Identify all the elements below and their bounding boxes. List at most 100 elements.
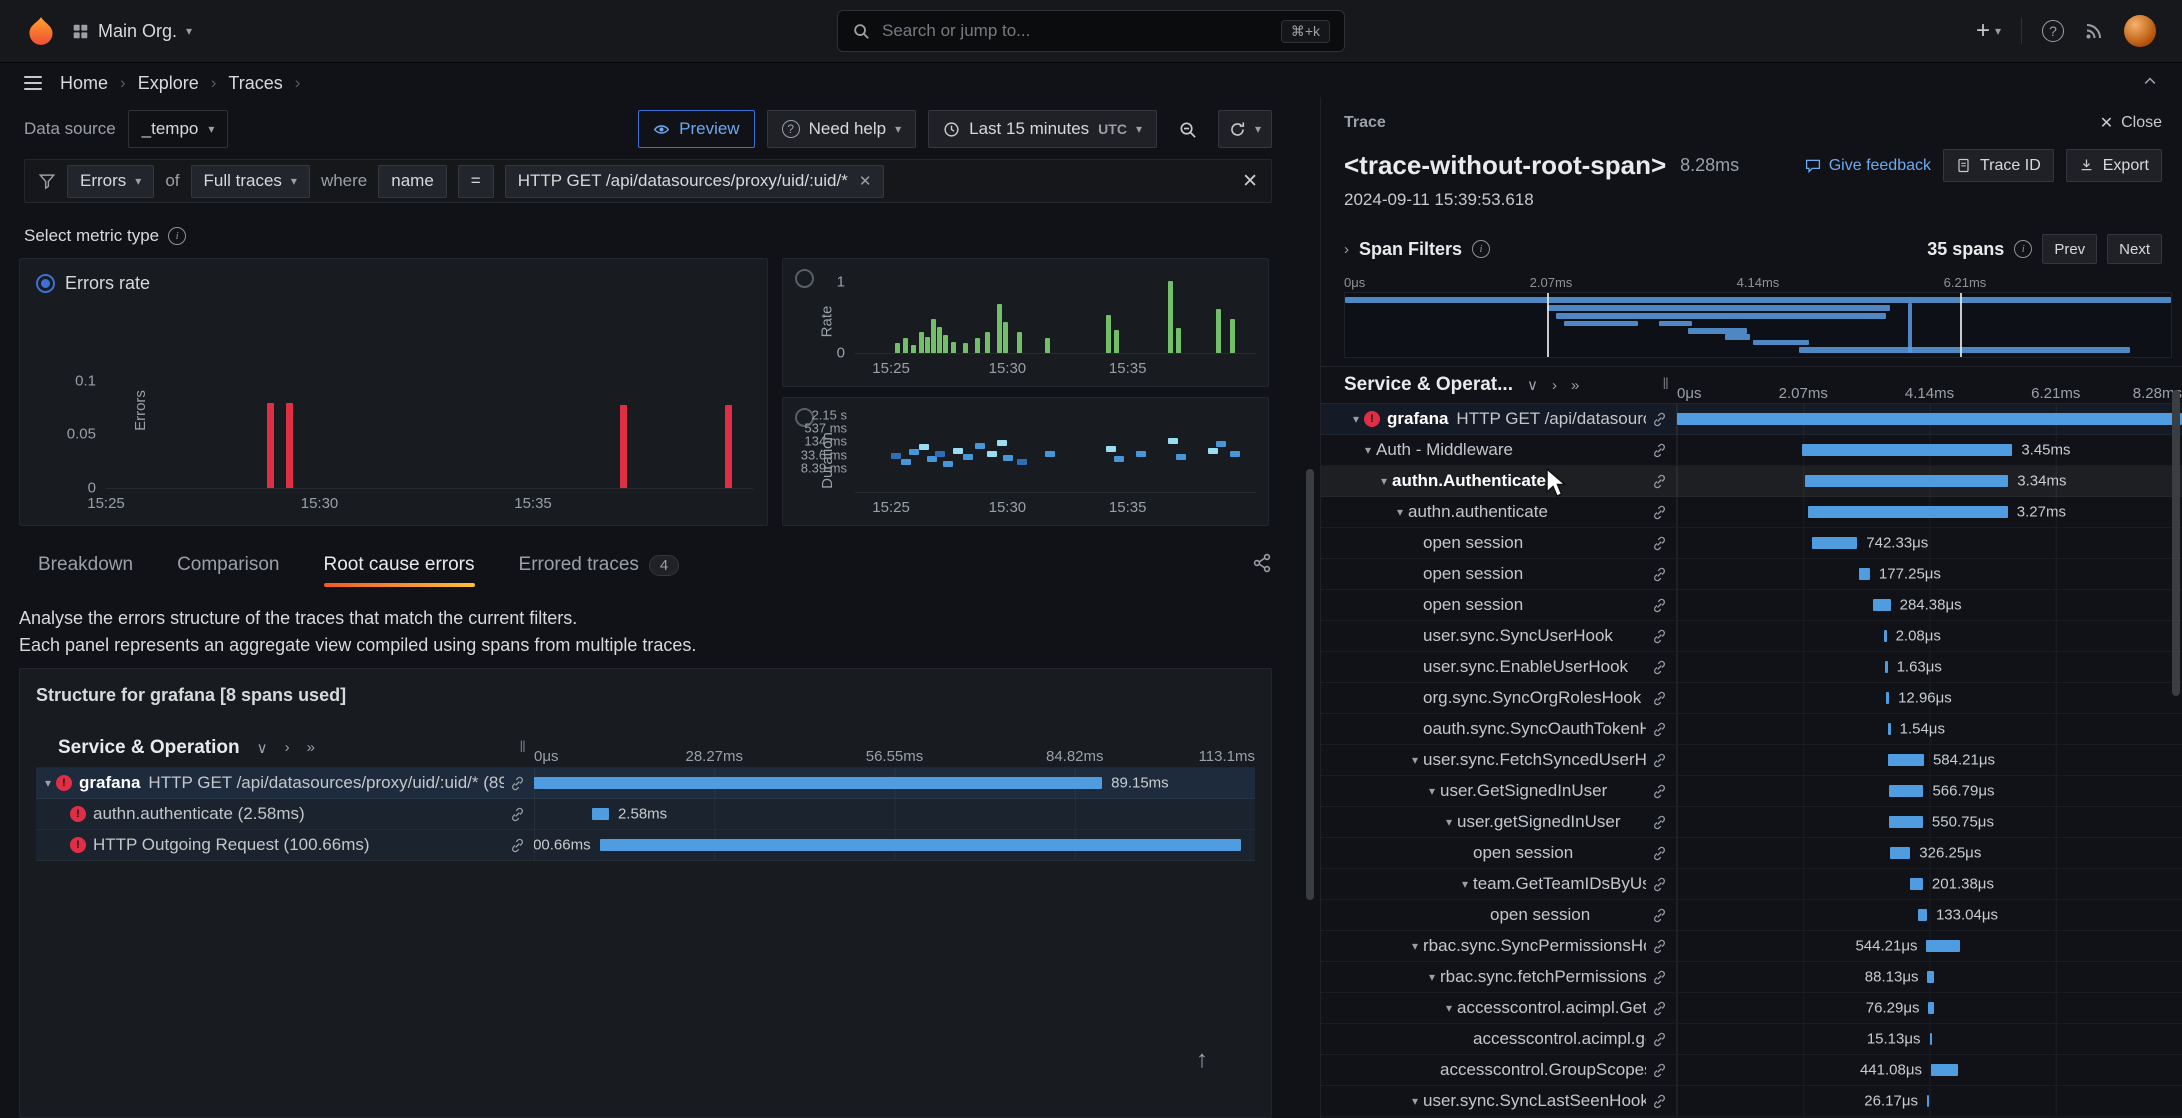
link-icon[interactable]: [1646, 753, 1676, 768]
span-filters-label[interactable]: Span Filters: [1359, 239, 1462, 260]
info-icon[interactable]: [168, 227, 186, 245]
link-icon[interactable]: [1646, 443, 1676, 458]
errors-rate-radio[interactable]: [36, 274, 55, 293]
preview-button[interactable]: Preview: [638, 110, 754, 148]
share-icon[interactable]: [1252, 553, 1272, 578]
link-icon[interactable]: [1646, 505, 1676, 520]
filter-primary-select[interactable]: Errors ▾: [67, 165, 154, 198]
link-icon[interactable]: [1646, 846, 1676, 861]
span-row[interactable]: ▾ open session 326.25μs: [1321, 838, 2182, 869]
expand-span-filters-icon[interactable]: ›: [1344, 241, 1349, 258]
column-drag-handle[interactable]: ‖: [519, 739, 534, 757]
structure-row[interactable]: ▾ grafana HTTP GET /api/datasources/prox…: [36, 768, 1255, 799]
span-row[interactable]: ▾ open session 284.38μs: [1321, 590, 2182, 621]
menu-hamburger-icon[interactable]: [24, 76, 42, 90]
span-row[interactable]: ▾ authn.Authenticate 3.34ms: [1321, 466, 2182, 497]
span-row[interactable]: ▾ user.sync.SyncLastSeenHook 26.17μs: [1321, 1086, 2182, 1117]
expand-icon[interactable]: ›: [1552, 377, 1557, 394]
expand-chevron-icon[interactable]: ▾: [1457, 877, 1473, 891]
link-icon[interactable]: [504, 807, 534, 822]
expand-chevron-icon[interactable]: ▾: [1424, 784, 1440, 798]
org-switcher[interactable]: Main Org. ▾: [72, 21, 192, 42]
expand-chevron-icon[interactable]: ▾: [1407, 753, 1423, 767]
expand-chevron-icon[interactable]: ▾: [1376, 474, 1392, 488]
link-icon[interactable]: [1646, 1063, 1676, 1078]
expand-all-icon[interactable]: »: [1571, 377, 1579, 394]
help-icon[interactable]: ?: [2042, 20, 2064, 42]
link-icon[interactable]: [1646, 567, 1676, 582]
link-icon[interactable]: [1646, 412, 1676, 427]
link-icon[interactable]: [1646, 815, 1676, 830]
span-row[interactable]: ▾ user.GetSignedInUser 566.79μs: [1321, 776, 2182, 807]
collapse-section-icon[interactable]: [2142, 73, 2158, 94]
span-row[interactable]: ▾ open session 177.25μs: [1321, 559, 2182, 590]
span-row[interactable]: ▾ user.sync.FetchSyncedUserHook 584.21μs: [1321, 745, 2182, 776]
link-icon[interactable]: [1646, 1001, 1676, 1016]
expand-chevron-icon[interactable]: ▾: [40, 776, 56, 790]
span-row[interactable]: ▾ user.getSignedInUser 550.75μs: [1321, 807, 2182, 838]
clear-filters-icon[interactable]: ✕: [1242, 170, 1258, 193]
link-icon[interactable]: [1646, 970, 1676, 985]
tab[interactable]: Errored traces 4: [519, 543, 680, 587]
expand-chevron-icon[interactable]: ▾: [1360, 443, 1376, 457]
time-range-picker[interactable]: Last 15 minutes UTC ▾: [928, 110, 1157, 148]
span-row[interactable]: ▾ rbac.sync.fetchPermissions 88.13μs: [1321, 962, 2182, 993]
span-row[interactable]: ▾ user.sync.EnableUserHook 1.63μs: [1321, 652, 2182, 683]
link-icon[interactable]: [1646, 1094, 1676, 1109]
span-row[interactable]: ▾ accesscontrol.acimpl.GetUse 76.29μs: [1321, 993, 2182, 1024]
export-button[interactable]: Export: [2066, 149, 2162, 182]
filter-operator[interactable]: =: [458, 165, 494, 198]
structure-row[interactable]: ▾ authn.authenticate (2.58ms) 2.58ms: [36, 799, 1255, 830]
give-feedback-link[interactable]: Give feedback: [1805, 157, 1931, 175]
link-icon[interactable]: [1646, 877, 1676, 892]
close-trace-button[interactable]: ✕ Close: [2100, 113, 2162, 133]
link-icon[interactable]: [1646, 474, 1676, 489]
span-row[interactable]: ▾ open session 133.04μs: [1321, 900, 2182, 931]
span-row[interactable]: ▾ accesscontrol.GroupScopesBy 441.08μs: [1321, 1055, 2182, 1086]
column-drag-handle[interactable]: ‖: [1662, 376, 1677, 394]
link-icon[interactable]: [1646, 598, 1676, 613]
filter-field[interactable]: name: [378, 165, 447, 198]
remove-filter-icon[interactable]: ✕: [859, 172, 872, 190]
expand-all-icon[interactable]: »: [307, 739, 315, 756]
breadcrumb-item[interactable]: Explore: [138, 73, 199, 94]
info-icon[interactable]: [1472, 240, 1490, 258]
link-icon[interactable]: [1646, 1032, 1676, 1047]
collapse-all-icon[interactable]: ∨: [1527, 376, 1538, 394]
prev-span-button[interactable]: Prev: [2042, 234, 2097, 264]
span-row[interactable]: ▾ oauth.sync.SyncOauthTokenHook 1.54μs: [1321, 714, 2182, 745]
breadcrumb-item[interactable]: Traces: [228, 73, 282, 94]
scroll-to-top-button[interactable]: ↑: [1196, 1046, 1208, 1074]
news-rss-icon[interactable]: [2084, 21, 2104, 41]
user-avatar[interactable]: [2124, 15, 2156, 47]
expand-chevron-icon[interactable]: ▾: [1424, 970, 1440, 984]
filter-traces-type-select[interactable]: Full traces ▾: [191, 165, 310, 198]
minimap-viewport-handle-left[interactable]: [1547, 293, 1549, 357]
tab[interactable]: Comparison: [177, 543, 279, 587]
rate-radio[interactable]: [795, 269, 814, 288]
span-row[interactable]: ▾ open session 742.33μs: [1321, 528, 2182, 559]
filter-value[interactable]: HTTP GET /api/datasources/proxy/uid/:uid…: [505, 165, 885, 198]
breadcrumb-item[interactable]: Home: [60, 73, 108, 94]
expand-chevron-icon[interactable]: ▾: [1441, 1001, 1457, 1015]
expand-chevron-icon[interactable]: ▾: [1407, 1094, 1423, 1108]
tab[interactable]: Breakdown: [38, 543, 133, 587]
link-icon[interactable]: [1646, 722, 1676, 737]
span-row[interactable]: ▾ org.sync.SyncOrgRolesHook 12.96μs: [1321, 683, 2182, 714]
expand-chevron-icon[interactable]: ▾: [1348, 412, 1364, 426]
trace-minimap[interactable]: 0μs2.07ms4.14ms6.21ms: [1344, 272, 2172, 358]
span-row[interactable]: ▾ rbac.sync.SyncPermissionsHook 544.21μs: [1321, 931, 2182, 962]
info-icon[interactable]: [2014, 240, 2032, 258]
expand-icon[interactable]: ›: [285, 739, 290, 756]
minimap-viewport-handle-right[interactable]: [1960, 293, 1962, 357]
link-icon[interactable]: [504, 776, 534, 791]
trace-id-button[interactable]: Trace ID: [1943, 149, 2054, 182]
link-icon[interactable]: [1646, 784, 1676, 799]
need-help-button[interactable]: ? Need help ▾: [767, 110, 917, 148]
grafana-logo-icon[interactable]: [26, 16, 56, 46]
search-input[interactable]: Search or jump to... ⌘+k: [837, 10, 1345, 52]
expand-chevron-icon[interactable]: ▾: [1407, 939, 1423, 953]
span-row[interactable]: ▾ authn.authenticate 3.27ms: [1321, 497, 2182, 528]
minimap-canvas[interactable]: [1344, 292, 2172, 358]
expand-chevron-icon[interactable]: ▾: [1392, 505, 1408, 519]
